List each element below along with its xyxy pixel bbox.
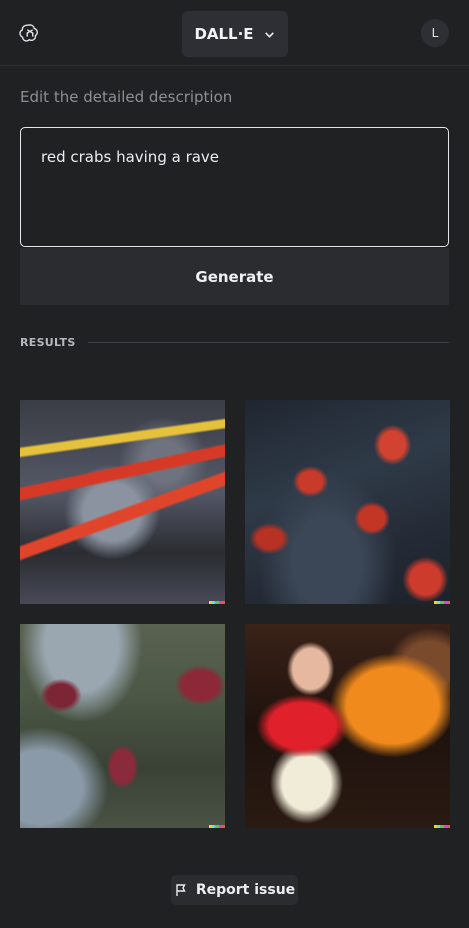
model-selector[interactable]: DALL·E: [182, 11, 288, 57]
results-label: RESULTS: [20, 335, 76, 349]
openai-logo-icon[interactable]: [19, 22, 41, 44]
flag-icon: [176, 884, 186, 896]
model-label: DALL·E: [194, 25, 254, 43]
user-avatar[interactable]: L: [421, 19, 449, 47]
results-header: RESULTS: [20, 334, 449, 350]
prompt-input[interactable]: red crabs having a rave: [20, 127, 449, 247]
avatar-initial: L: [431, 26, 439, 40]
dalle-signature-icon: [209, 825, 225, 828]
top-bar: DALL·E L: [0, 0, 469, 66]
dalle-signature-icon: [209, 601, 225, 604]
dalle-signature-icon: [434, 601, 450, 604]
result-image-3[interactable]: [20, 624, 225, 828]
generate-button[interactable]: Generate: [20, 248, 449, 305]
result-image-4[interactable]: [245, 624, 450, 828]
results-divider: [87, 341, 449, 343]
chevron-down-icon: [264, 31, 274, 38]
report-issue-label: Report issue: [195, 882, 296, 898]
generate-label: Generate: [195, 267, 274, 286]
prompt-text: red crabs having a rave: [41, 148, 220, 166]
result-image-1[interactable]: [20, 400, 225, 604]
result-image-2[interactable]: [245, 400, 450, 604]
report-issue-button[interactable]: Report issue: [171, 875, 298, 905]
dalle-signature-icon: [434, 825, 450, 828]
edit-description-label: Edit the detailed description: [20, 88, 233, 106]
